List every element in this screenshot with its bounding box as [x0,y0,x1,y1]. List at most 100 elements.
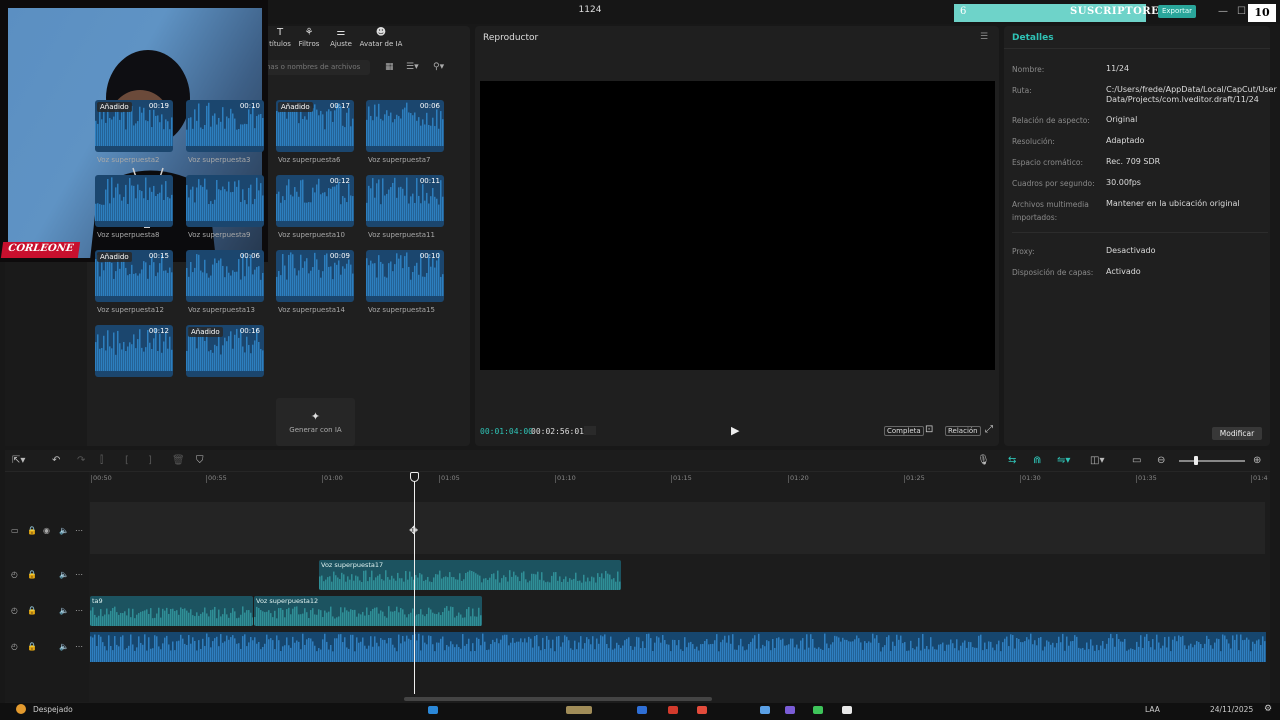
media-clip-thumbnail[interactable] [95,175,173,227]
audio-track-icon[interactable]: ◴ [11,570,18,579]
volume-icon[interactable]: 🔈 [59,606,69,615]
minimize-button[interactable]: — [1218,6,1228,17]
more-icon[interactable]: ⋯ [75,526,83,535]
tab-filters[interactable]: ⚘ Filtros [291,27,327,48]
play-icon[interactable]: ▶ [731,424,739,437]
trim-left-icon[interactable]: [ [125,455,129,466]
lock-icon[interactable]: 🔒 [27,606,37,615]
playhead-handle[interactable] [410,472,419,482]
delete-icon[interactable]: 🗑 [172,455,185,466]
media-clip-thumbnail[interactable]: 00:16 Añadido [186,325,264,377]
zoom-in-icon[interactable]: ⊕ [1253,455,1261,466]
split-icon[interactable]: ⫿ [100,455,103,466]
zoom-slider[interactable] [1179,460,1245,462]
lock-icon[interactable]: 🔒 [27,642,37,651]
media-clip-thumbnail[interactable] [186,175,264,227]
clip-name: Voz superpuesta10 [278,231,345,239]
media-clip-thumbnail[interactable]: 00:10 [366,250,444,302]
fullscreen-fit-button[interactable]: Completa [884,426,924,436]
capcut-icon[interactable] [842,706,852,714]
taskbar-app-icon[interactable] [785,706,795,714]
preview-axis-icon[interactable]: ⇋▾ [1057,455,1070,466]
undo-icon[interactable]: ↶ [52,455,60,466]
crop-icon[interactable]: ⊡ [925,424,933,435]
sort-icon[interactable]: ☰▾ [406,62,419,72]
music-track-clip[interactable] [90,632,1266,662]
audio-clip[interactable]: Voz superpuesta12 [254,596,482,626]
more-icon[interactable]: ⋯ [75,606,83,615]
audio-clip[interactable]: Voz superpuesta17 [319,560,621,590]
detail-label: Espacio cromático: [1012,158,1083,167]
taskbar-app-icon[interactable] [697,706,707,714]
maximize-button[interactable]: ☐ [1237,6,1246,17]
media-clip-thumbnail[interactable]: 00:10 [186,100,264,152]
magnet-icon[interactable]: ⋒ [1033,455,1041,466]
clip-name: Voz superpuesta2 [97,156,160,164]
language-indicator[interactable]: LAA [1145,705,1160,714]
video-viewport[interactable] [480,81,995,370]
grid-view-icon[interactable]: ▦ [385,62,394,72]
volume-icon[interactable]: 🔈 [59,642,69,651]
clip-duration: 00:06 [239,252,260,260]
clock-date[interactable]: 24/11/2025 [1210,705,1253,714]
more-icon[interactable]: ⋯ [75,570,83,579]
split-view-icon[interactable]: ◫▾ [1090,455,1104,466]
media-clip-thumbnail[interactable]: 00:09 [276,250,354,302]
tab-adjust[interactable]: ⚌ Ajuste [323,27,359,48]
media-clip-thumbnail[interactable]: 00:06 [186,250,264,302]
weather-icon[interactable] [16,704,26,714]
audio-clip[interactable]: ta9 [90,596,253,626]
lock-icon[interactable]: 🔒 [27,526,37,535]
eye-icon[interactable]: ◉ [43,526,50,535]
subscriber-count: 10 [1248,4,1276,22]
audio-track-icon[interactable]: ◴ [11,642,18,651]
link-clips-icon[interactable]: ⇆ [1008,455,1016,466]
taskbar-app-icon[interactable] [637,706,647,714]
detail-label: Disposición de capas: [1012,268,1094,277]
media-clip-thumbnail[interactable]: 00:12 [95,325,173,377]
media-clip-thumbnail[interactable]: 00:11 [366,175,444,227]
select-tool-icon[interactable]: ⇱▾ [12,455,25,466]
taskbar-app-icon[interactable] [566,706,592,714]
menu-icon[interactable]: ☰ [980,32,988,42]
media-clip-thumbnail[interactable]: 00:15 Añadido [95,250,173,302]
ruler-tick [1020,475,1021,483]
playhead[interactable] [414,478,415,694]
media-clip-thumbnail[interactable]: 00:12 [276,175,354,227]
lock-icon[interactable]: 🔒 [27,570,37,579]
start-icon[interactable] [428,706,438,714]
zoom-slider-handle[interactable] [1194,456,1198,465]
search-input[interactable]: nas o nombres de archivos [262,60,370,75]
redo-icon[interactable]: ↷ [77,455,85,466]
taskbar-app-icon[interactable] [760,706,770,714]
export-button[interactable]: Exportar [1158,5,1196,18]
added-badge: Añadido [188,327,223,337]
audio-track-icon[interactable]: ◴ [11,606,18,615]
microphone-icon[interactable]: 🎙 [977,455,990,466]
volume-icon[interactable]: 🔈 [59,526,69,535]
zoom-out-icon[interactable]: ⊖ [1157,455,1165,466]
screen-icon[interactable]: ▭ [1132,455,1141,466]
shield-icon[interactable]: ⛉ [196,455,204,466]
media-clip-thumbnail[interactable]: 00:06 [366,100,444,152]
notification-icon[interactable]: ⚙ [1264,704,1272,714]
video-icon[interactable]: ▭ [11,526,19,535]
media-clip-thumbnail[interactable]: 00:19 Añadido [95,100,173,152]
volume-icon[interactable]: 🔈 [59,570,69,579]
main-video-track[interactable] [90,502,1265,554]
filter-icon: ⚘ [304,27,314,38]
generate-with-ai-button[interactable]: ✦ Generar con IA [276,398,355,446]
fullscreen-icon[interactable]: ⤢ [985,424,993,435]
media-clip-thumbnail[interactable]: 00:17 Añadido [276,100,354,152]
tab-ai-avatar[interactable]: ☻ Avatar de IA [358,27,404,48]
whatsapp-icon[interactable] [813,706,823,714]
added-badge: Añadido [97,102,132,112]
filter-menu-icon[interactable]: ⚲▾ [433,62,444,72]
modify-button[interactable]: Modificar [1212,427,1262,440]
trim-right-icon[interactable]: ] [148,455,152,466]
weather-text[interactable]: Despejado [33,705,73,714]
aspect-ratio-button[interactable]: Relación [945,426,981,436]
taskbar-app-icon[interactable] [668,706,678,714]
horizontal-scrollbar[interactable] [404,697,712,701]
more-icon[interactable]: ⋯ [75,642,83,651]
